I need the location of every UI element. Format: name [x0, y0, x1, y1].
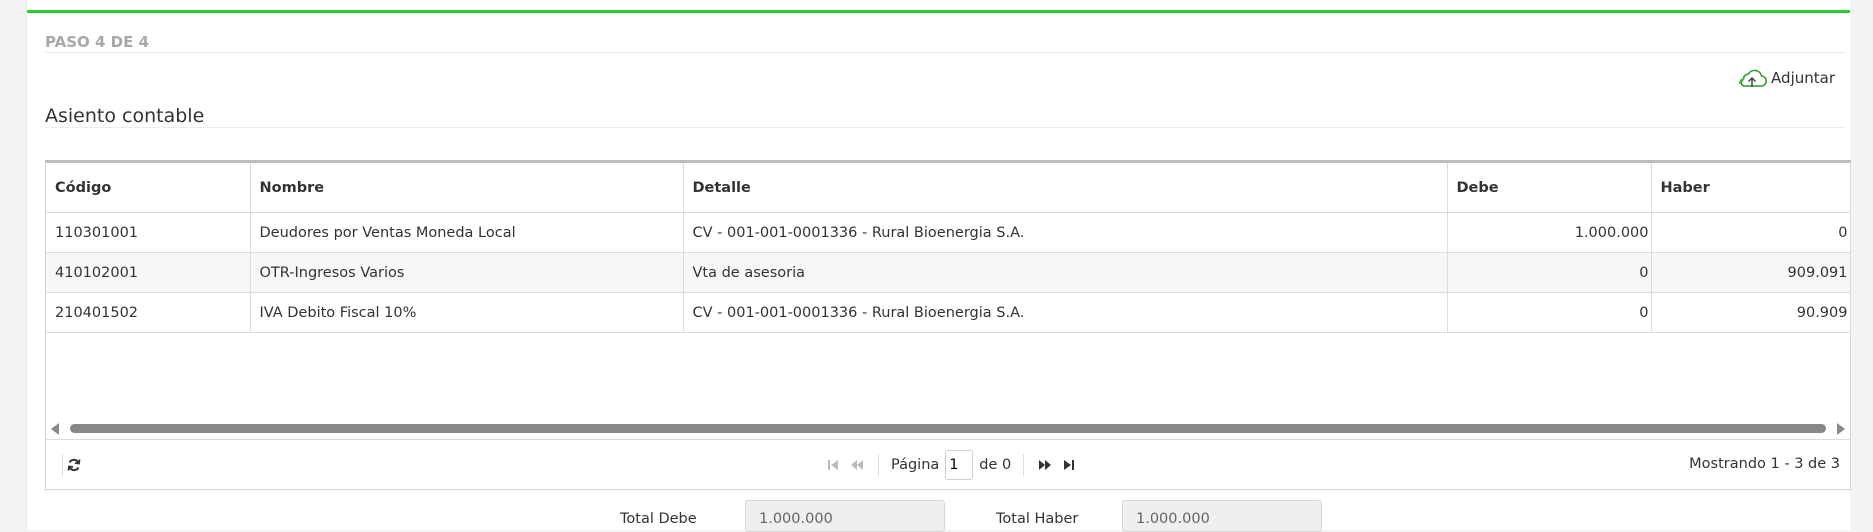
- column-header-codigo[interactable]: Código: [46, 163, 251, 213]
- previous-page-button[interactable]: [848, 455, 866, 475]
- column-header-haber[interactable]: Haber: [1651, 163, 1851, 213]
- cell-codigo: 110301001: [46, 212, 251, 253]
- first-page-button[interactable]: [824, 455, 842, 475]
- page-number-input[interactable]: [945, 450, 974, 480]
- attach-button[interactable]: Adjuntar: [1736, 66, 1835, 90]
- last-page-icon: [1064, 460, 1075, 470]
- divider: [45, 127, 1845, 128]
- cell-debe: 1.000.000: [1447, 212, 1652, 253]
- table-header-row: Código Nombre Detalle Debe Haber: [46, 163, 1851, 213]
- scrollbar-thumb[interactable]: [70, 424, 1826, 433]
- first-page-icon: [828, 460, 838, 470]
- refresh-button[interactable]: [63, 454, 85, 476]
- divider: [1023, 454, 1025, 476]
- column-header-detalle[interactable]: Detalle: [683, 163, 1448, 213]
- scroll-right-arrow-icon[interactable]: [1837, 423, 1845, 435]
- table-row[interactable]: 110301001 Deudores por Ventas Moneda Loc…: [46, 212, 1851, 253]
- totals-bar: Total Debe 1.000.000 Total Haber 1.000.0…: [27, 500, 1850, 532]
- cell-detalle: Vta de asesoria: [683, 252, 1448, 293]
- attach-label: Adjuntar: [1771, 69, 1835, 87]
- cell-debe: 0: [1447, 252, 1652, 293]
- column-header-debe[interactable]: Debe: [1447, 163, 1652, 213]
- entries-table: Código Nombre Detalle Debe Haber 1103010…: [46, 163, 1851, 333]
- total-haber-field: 1.000.000: [1122, 500, 1322, 532]
- next-page-button[interactable]: [1036, 455, 1054, 475]
- pager: Página de 0 Mostrando 1 - 3: [46, 439, 1850, 490]
- cell-haber: 0: [1651, 212, 1851, 253]
- cell-detalle: CV - 001-001-0001336 - Rural Bioenergia …: [683, 212, 1448, 253]
- page-label: Página: [891, 457, 940, 473]
- divider: [45, 52, 1845, 53]
- cloud-upload-icon: [1736, 66, 1768, 90]
- cell-nombre: IVA Debito Fiscal 10%: [250, 292, 684, 333]
- step-title: PASO 4 DE 4: [45, 33, 150, 51]
- horizontal-scrollbar[interactable]: [48, 421, 1848, 435]
- cell-nombre: OTR-Ingresos Varios: [250, 252, 684, 293]
- section-title: Asiento contable: [45, 105, 205, 127]
- scroll-left-arrow-icon[interactable]: [51, 423, 59, 435]
- page-of-label: de 0: [979, 457, 1012, 473]
- accent-bar: [27, 10, 1850, 13]
- column-header-nombre[interactable]: Nombre: [250, 163, 684, 213]
- records-summary: Mostrando 1 - 3 de 3: [1689, 456, 1840, 472]
- entries-grid: Código Nombre Detalle Debe Haber 1103010…: [45, 160, 1851, 490]
- cell-detalle: CV - 001-001-0001336 - Rural Bioenergia …: [683, 292, 1448, 333]
- cell-debe: 0: [1447, 292, 1652, 333]
- table-row[interactable]: 210401502 IVA Debito Fiscal 10% CV - 001…: [46, 292, 1851, 333]
- pagination-controls: Página de 0: [824, 449, 1078, 481]
- total-debe-field: 1.000.000: [745, 500, 945, 532]
- cell-codigo: 210401502: [46, 292, 251, 333]
- cell-nombre: Deudores por Ventas Moneda Local: [250, 212, 684, 253]
- table-row[interactable]: 410102001 OTR-Ingresos Varios Vta de ase…: [46, 252, 1851, 293]
- previous-page-icon: [851, 460, 863, 470]
- total-debe-label: Total Debe: [620, 511, 697, 527]
- next-page-icon: [1039, 460, 1052, 470]
- last-page-button[interactable]: [1060, 455, 1078, 475]
- cell-codigo: 410102001: [46, 252, 251, 293]
- divider: [878, 454, 879, 476]
- total-haber-label: Total Haber: [996, 511, 1079, 527]
- refresh-icon: [67, 458, 81, 472]
- journal-entry-panel: PASO 4 DE 4 Adjuntar Asiento contable Có…: [26, 0, 1851, 532]
- cell-haber: 909.091: [1651, 252, 1851, 293]
- cell-haber: 90.909: [1651, 292, 1851, 333]
